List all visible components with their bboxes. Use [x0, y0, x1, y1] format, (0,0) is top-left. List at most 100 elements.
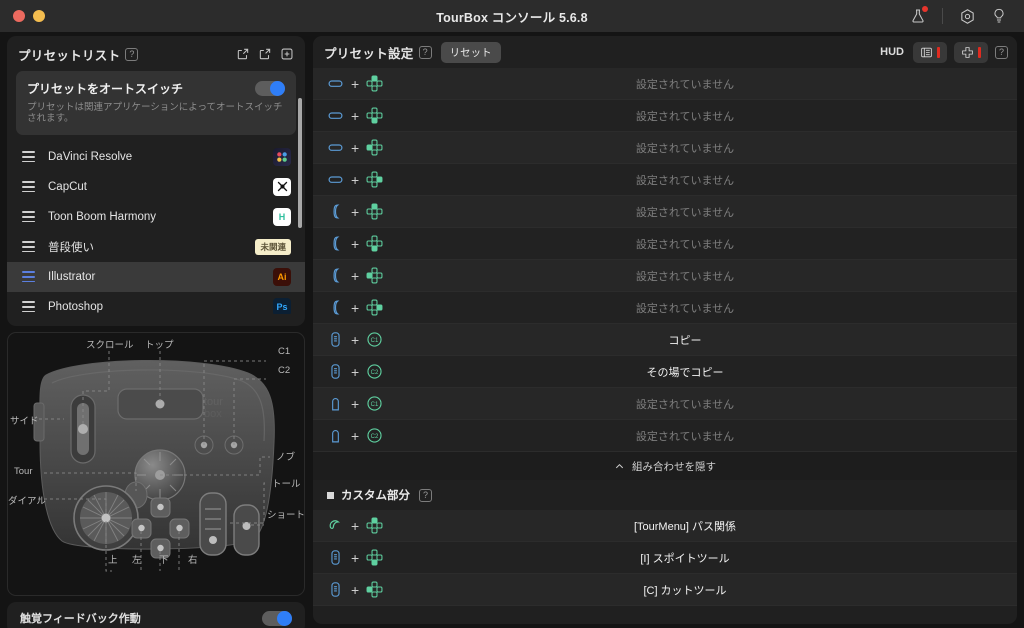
- auto-switch-toggle[interactable]: [255, 81, 285, 96]
- button-icon-tall: [327, 581, 344, 598]
- hud-list-button[interactable]: [913, 42, 947, 63]
- device-label: 上: [108, 552, 118, 566]
- drag-handle-icon[interactable]: [22, 241, 35, 252]
- binding-row[interactable]: +設定されていません: [313, 228, 1017, 260]
- reset-button[interactable]: リセット: [441, 42, 501, 63]
- section-bullet-icon: [327, 492, 334, 499]
- action-label[interactable]: その場でコピー: [405, 364, 1017, 380]
- modifier-icon-dpad-down: [366, 107, 383, 124]
- binding-row[interactable]: +[I] スポイトツール: [313, 542, 1017, 574]
- drag-handle-icon[interactable]: [22, 211, 35, 222]
- binding-row[interactable]: + [C] カットツール: [313, 574, 1017, 606]
- plus-icon: +: [351, 583, 359, 597]
- flask-icon[interactable]: [903, 1, 933, 31]
- button-icon-knob: [327, 517, 344, 534]
- modifier-icon-dpad-right: [366, 171, 383, 188]
- binding-row[interactable]: +設定されていません: [313, 260, 1017, 292]
- modifier-icon-c1: C1: [366, 331, 383, 348]
- action-label[interactable]: [TourMenu] パス関係: [405, 518, 1017, 534]
- hud-dpad-indicator: [978, 47, 981, 58]
- preset-item-capcut[interactable]: CapCut: [7, 172, 305, 202]
- app-icon-ai: Ai: [273, 268, 291, 286]
- preset-item-toon-boom-harmony[interactable]: Toon Boom HarmonyH: [7, 202, 305, 232]
- custom-section-help-icon[interactable]: ?: [419, 489, 432, 502]
- binding-row[interactable]: +[TourMenu] パス関係: [313, 510, 1017, 542]
- drag-handle-icon[interactable]: [22, 271, 35, 282]
- action-label[interactable]: 設定されていません: [405, 428, 1017, 444]
- hud-dpad-button[interactable]: [954, 42, 988, 63]
- collapse-label: 組み合わせを隠す: [632, 459, 716, 474]
- binding-row[interactable]: +C2その場でコピー: [313, 356, 1017, 388]
- plus-icon: +: [351, 333, 359, 347]
- svg-text:C2: C2: [371, 370, 379, 376]
- modifier-icon-dpad-left: [366, 267, 383, 284]
- hud-help-icon[interactable]: ?: [995, 46, 1008, 59]
- window-title: TourBox コンソール 5.6.8: [0, 7, 1024, 26]
- device-label: 左: [132, 552, 142, 566]
- plus-icon: +: [351, 109, 359, 123]
- binding-row[interactable]: + C2 設定されていません: [313, 420, 1017, 452]
- key-combo: +: [327, 235, 405, 252]
- import-icon[interactable]: [257, 46, 273, 62]
- preset-list-scrollbar[interactable]: [298, 98, 302, 228]
- action-label[interactable]: 設定されていません: [405, 172, 1017, 188]
- action-label[interactable]: 設定されていません: [405, 396, 1017, 412]
- preset-item-davinci-resolve[interactable]: DaVinci Resolve: [7, 142, 305, 172]
- binding-row[interactable]: +設定されていません: [313, 196, 1017, 228]
- haptic-toggle[interactable]: [262, 611, 292, 626]
- modifier-icon-c2: C2: [366, 427, 383, 444]
- action-label[interactable]: 設定されていません: [405, 76, 1017, 92]
- binding-row[interactable]: + C1 コピー: [313, 324, 1017, 356]
- preset-item-photoshop[interactable]: PhotoshopPs: [7, 292, 305, 314]
- drag-handle-icon[interactable]: [22, 301, 35, 312]
- custom-rows-list: +[TourMenu] パス関係+[I] スポイトツール + [C] カットツール: [313, 510, 1017, 606]
- binding-row[interactable]: + C1 設定されていません: [313, 388, 1017, 420]
- preset-item-普段使い[interactable]: 普段使い未関連: [7, 232, 305, 262]
- binding-row[interactable]: +設定されていません: [313, 132, 1017, 164]
- action-label[interactable]: 設定されていません: [405, 204, 1017, 220]
- action-label[interactable]: 設定されていません: [405, 300, 1017, 316]
- lightbulb-icon[interactable]: [984, 1, 1014, 31]
- binding-row[interactable]: +設定されていません: [313, 164, 1017, 196]
- app-icon-ps: Ps: [273, 298, 291, 314]
- app-icon-capcut: [273, 178, 291, 196]
- preset-list[interactable]: DaVinci ResolveCapCutToon Boom HarmonyH普…: [7, 142, 305, 314]
- custom-section-title: カスタム部分: [341, 487, 410, 503]
- collapse-combinations-button[interactable]: 組み合わせを隠す: [313, 452, 1017, 480]
- hud-dpad-icon: [961, 46, 974, 59]
- drag-handle-icon[interactable]: [22, 151, 35, 162]
- export-icon[interactable]: [235, 46, 251, 62]
- preset-header-actions: [235, 46, 295, 62]
- settings-help-icon[interactable]: ?: [419, 46, 432, 59]
- action-label[interactable]: 設定されていません: [405, 268, 1017, 284]
- svg-text:C1: C1: [371, 402, 379, 408]
- device-label: トップ: [145, 337, 174, 351]
- binding-row[interactable]: +設定されていません: [313, 68, 1017, 100]
- action-label[interactable]: コピー: [405, 332, 1017, 348]
- binding-row[interactable]: +設定されていません: [313, 292, 1017, 324]
- device-label: ショート: [267, 507, 305, 521]
- action-label[interactable]: 設定されていません: [405, 236, 1017, 252]
- hexagon-settings-icon[interactable]: [952, 1, 982, 31]
- action-label[interactable]: 設定されていません: [405, 108, 1017, 124]
- help-icon[interactable]: ?: [125, 48, 138, 61]
- app-icon-harmony: H: [273, 208, 291, 226]
- plus-icon: +: [351, 429, 359, 443]
- preset-item-illustrator[interactable]: Illustrator Ai: [7, 262, 305, 292]
- action-label[interactable]: [I] スポイトツール: [405, 550, 1017, 566]
- binding-row[interactable]: + 設定されていません: [313, 100, 1017, 132]
- device-label: ダイアル: [8, 493, 46, 507]
- add-icon[interactable]: [279, 46, 295, 62]
- preset-item-label: Illustrator: [48, 271, 95, 283]
- button-icon-pill: [327, 107, 344, 124]
- modifier-icon-dpad-left: [366, 581, 383, 598]
- modifier-icon-dpad-up: [366, 517, 383, 534]
- key-combo: + C1: [327, 331, 405, 348]
- settings-header: プリセット設定 ? リセット HUD ?: [313, 36, 1017, 68]
- action-label[interactable]: [C] カットツール: [405, 582, 1017, 598]
- button-icon-side: [327, 203, 344, 220]
- auto-switch-description: プリセットは関連アプリケーションによってオートスイッチされます。: [27, 102, 285, 125]
- plus-icon: +: [351, 397, 359, 411]
- drag-handle-icon[interactable]: [22, 181, 35, 192]
- action-label[interactable]: 設定されていません: [405, 140, 1017, 156]
